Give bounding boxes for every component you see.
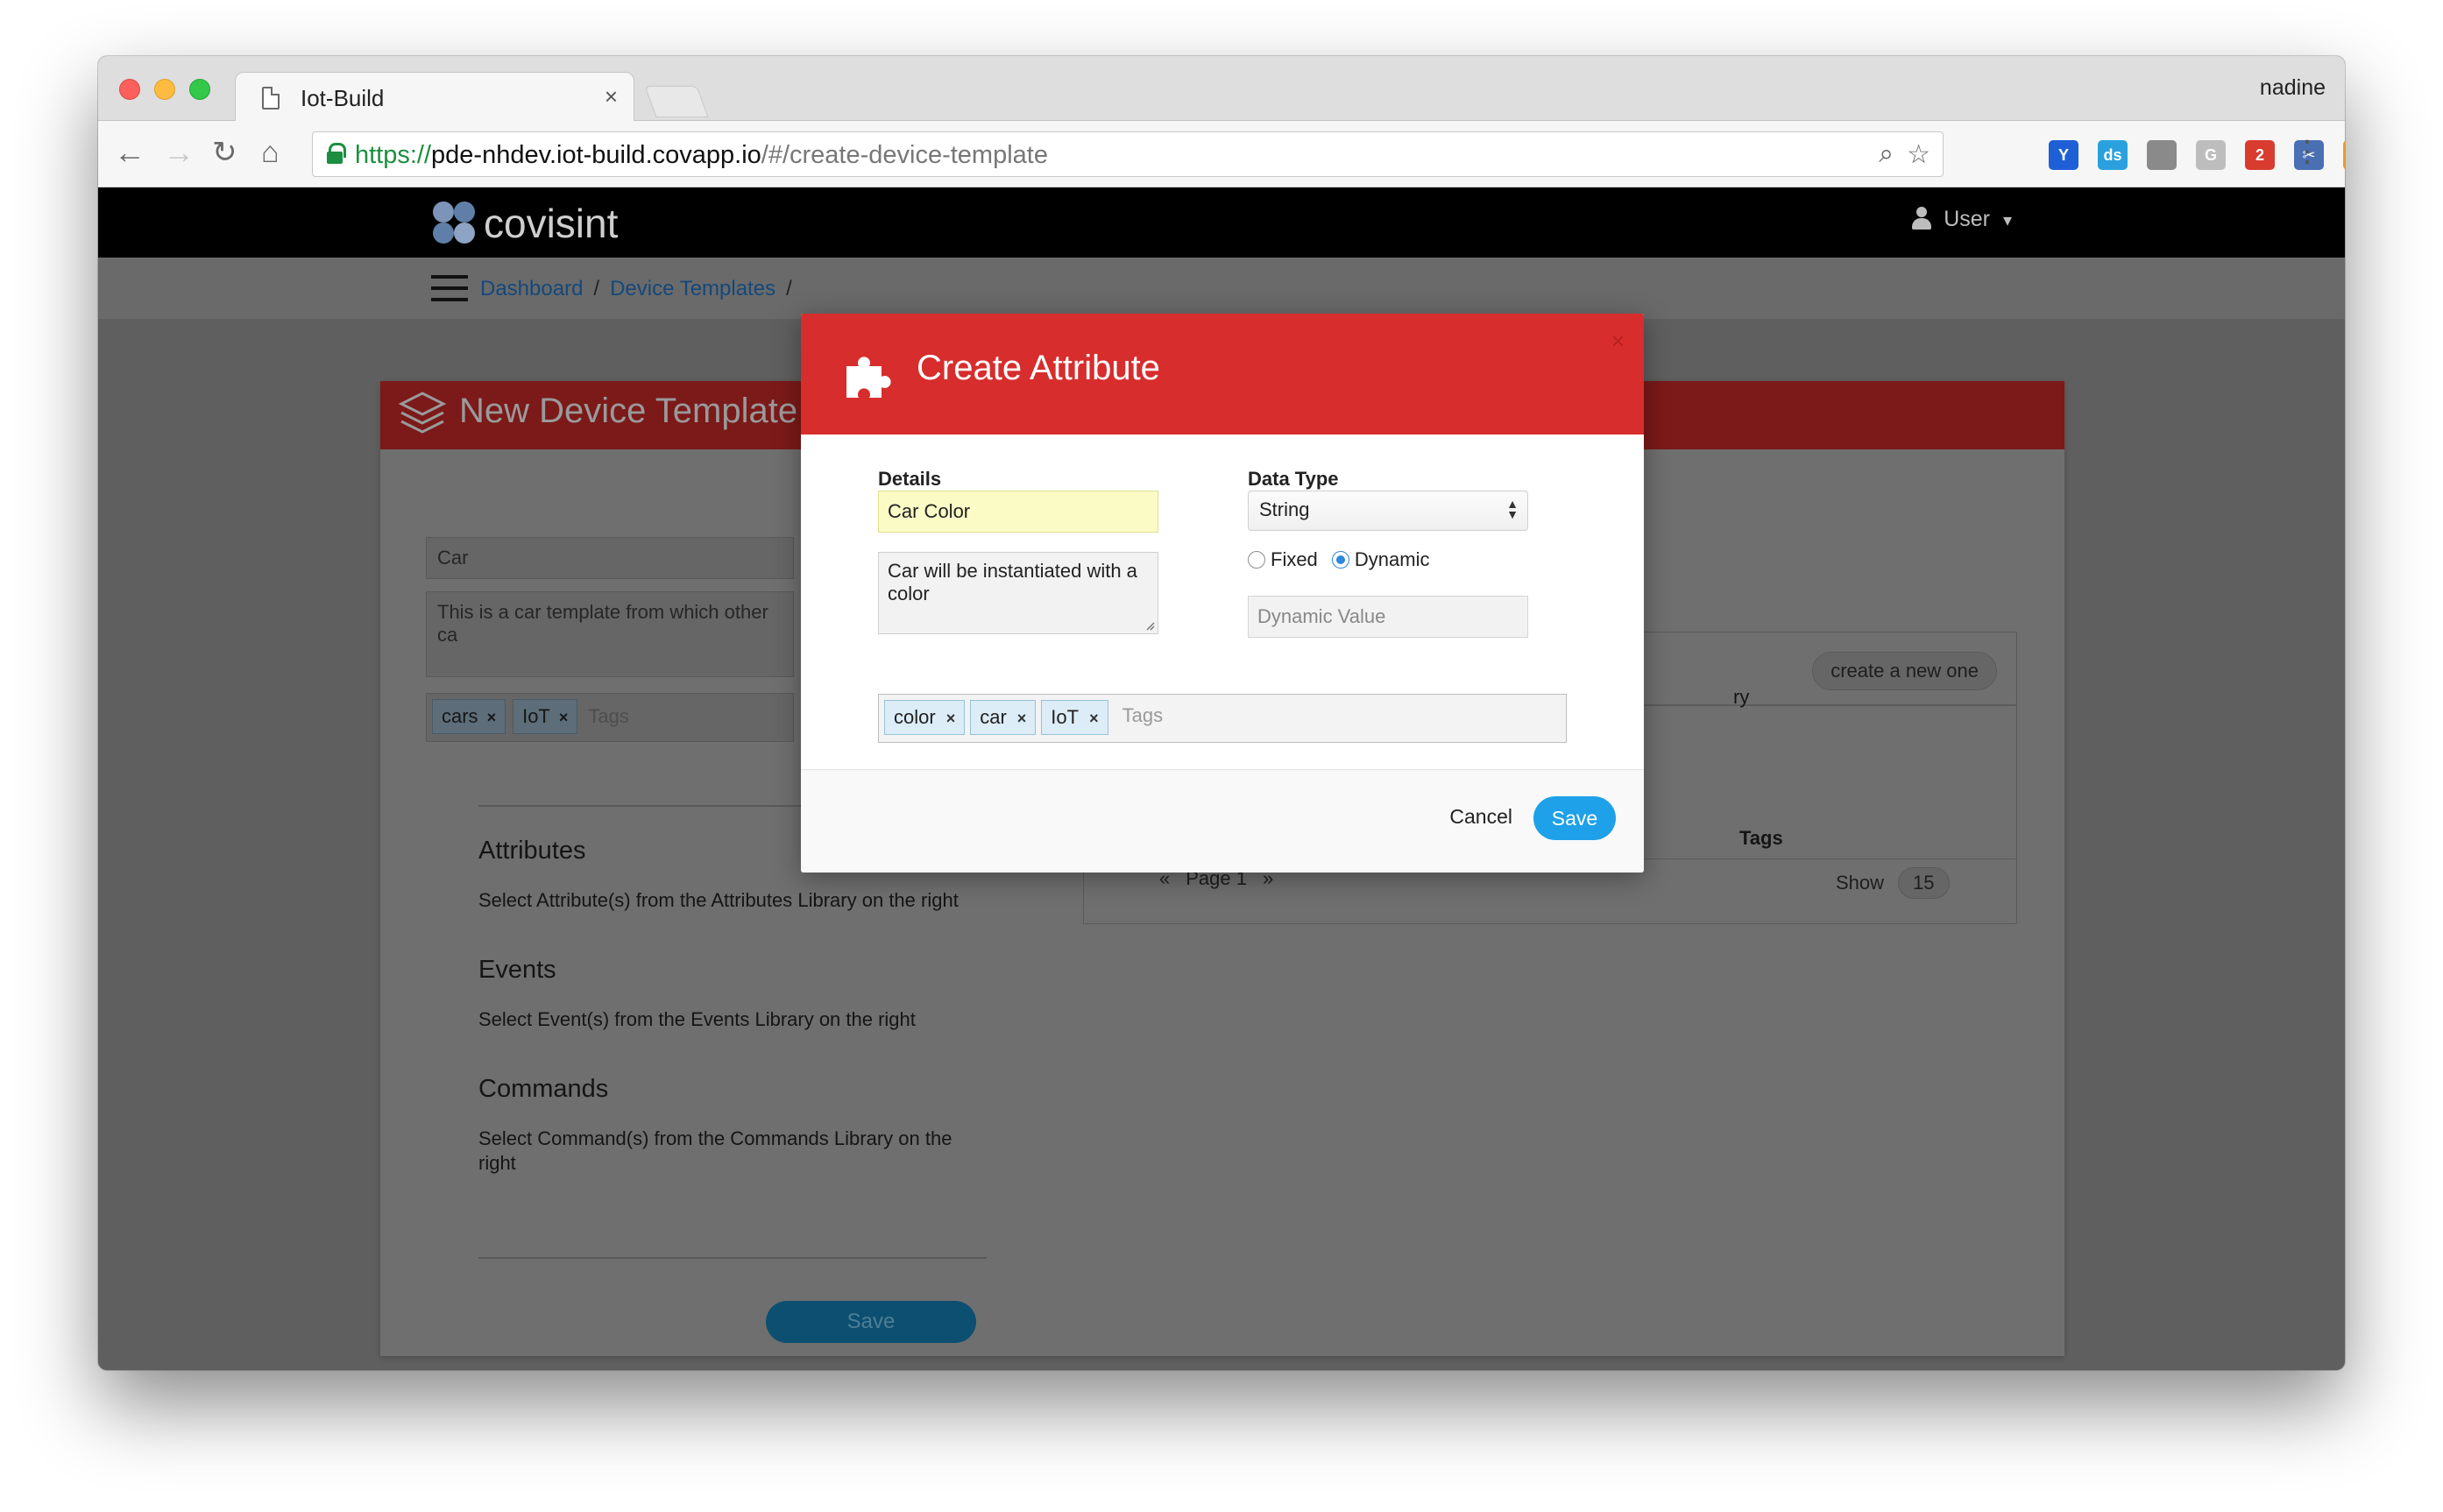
profile-name[interactable]: nadine [2260,75,2326,101]
browser-toolbar: ← → ↻ ⌂ https://pde-nhdev.iot-build.cova… [98,121,2345,187]
back-button[interactable]: ← [114,135,145,170]
events-text: Select Event(s) from the Events Library … [478,1008,916,1030]
modal-title: Create Attribute [917,349,1160,387]
close-icon[interactable]: × [1611,328,1625,355]
events-title: Events [478,956,556,984]
caret-down-icon: ▾ [2002,211,2012,230]
browser-tab[interactable]: Iot-Build × [235,72,634,122]
browser-window: Iot-Build × nadine ← → ↻ ⌂ https://pde-n… [98,56,2345,1370]
cancel-button[interactable]: Cancel [1449,805,1512,829]
breadcrumb: Dashboard / Device Templates / [480,277,792,300]
template-name-input[interactable]: Car [426,537,794,579]
template-tags-input[interactable]: cars × IoT × Tags [426,693,794,742]
select-arrows-icon: ▲ ▼ [1506,497,1519,521]
tag-chip: color × [884,700,966,735]
user-icon [1912,207,1932,230]
tag-remove-icon[interactable]: × [487,709,497,726]
dynamic-value-input[interactable]: Dynamic Value [1248,596,1528,638]
tag-chip: car × [970,700,1037,735]
calendar-ext-icon[interactable]: 2 [2245,140,2275,170]
breadcrumb-device-templates[interactable]: Device Templates [610,277,775,300]
attributes-text: Select Attribute(s) from the Attributes … [478,889,959,911]
page-size-select[interactable]: 15 [1898,867,1950,899]
bookmark-star-icon[interactable]: ☆ [1907,139,1930,170]
zoom-icon[interactable]: ⌕ [1879,139,1894,169]
close-window-button[interactable] [119,79,140,100]
grey-ext-icon[interactable] [2147,140,2177,170]
commands-title: Commands [478,1075,609,1103]
browser-menu-icon[interactable]: ⋮ [2292,137,2322,166]
divider [478,1257,987,1259]
tag-chip: IoT × [1041,700,1108,735]
modal-header: Create Attribute × [801,314,1644,435]
attribute-tags-input[interactable]: color × car × IoT × Tags [878,694,1567,743]
tag-remove-icon[interactable]: × [946,710,956,727]
tab-title: Iot-Build [301,85,385,111]
show-label: Show [1836,872,1885,894]
g-ext-icon[interactable]: G [2196,140,2226,170]
minimize-window-button[interactable] [154,79,175,100]
lock-icon [327,143,346,164]
template-description-input[interactable]: This is a car template from which other … [426,591,794,677]
attribute-name-input[interactable]: Car Color [878,491,1158,533]
user-label: User [1944,207,1990,231]
tag-remove-icon[interactable]: × [1089,710,1099,727]
reload-button[interactable]: ↻ [212,135,237,170]
tab-close-button[interactable]: × [605,83,618,110]
details-label: Details [878,468,942,490]
commands-section: Commands Select Command(s) from the Comm… [478,1075,987,1176]
tag-remove-icon[interactable]: × [1017,710,1027,727]
create-new-button[interactable]: create a new one [1812,652,1997,690]
new-tab-button[interactable] [644,86,709,117]
page-size: Show 15 [1836,867,1950,899]
user-menu[interactable]: User ▾ [1912,207,2012,232]
tags-column-header: Tags [1739,827,1783,849]
home-button[interactable]: ⌂ [261,135,280,170]
address-bar[interactable]: https://pde-nhdev.iot-build.covapp.io/#/… [312,131,1944,177]
save-button[interactable]: Save [1533,796,1616,840]
logo-text: covisint [484,201,619,246]
hamburger-menu-icon[interactable] [431,275,468,301]
data-type-label: Data Type [1248,468,1339,490]
modal-footer: Cancel Save [801,769,1644,873]
library-label-fragment: ry [1733,686,1750,708]
radio-dynamic[interactable] [1331,551,1349,569]
layers-icon [398,392,447,434]
logo-mark-icon [431,200,477,245]
breadcrumb-bar: Dashboard / Device Templates / [98,258,2345,319]
vpn-icon[interactable]: Y [2049,140,2078,170]
tab-strip: Iot-Build × nadine [98,56,2345,122]
url-text[interactable]: https://pde-nhdev.iot-build.covapp.io/#/… [355,141,1048,170]
breadcrumb-dashboard[interactable]: Dashboard [480,277,583,300]
page: covisint User ▾ Dashboard / Device Templat… [98,187,2345,1370]
site-header: covisint User ▾ [98,187,2345,258]
value-mode-radios: Fixed Dynamic [1248,548,1439,571]
commands-text: Select Command(s) from the Commands Libr… [478,1127,952,1174]
template-save-button[interactable]: Save [766,1301,976,1343]
create-attribute-modal: Create Attribute × Details Car Color Car… [801,314,1644,873]
puzzle-icon [846,357,891,398]
tag-chip: cars × [432,699,506,734]
forward-button[interactable]: → [163,135,195,170]
tags-placeholder: Tags [588,705,629,727]
tag-remove-icon[interactable]: × [559,709,569,726]
card-title: New Device Template [459,392,798,430]
maximize-window-button[interactable] [189,79,210,100]
attribute-description-textarea[interactable]: Car will be instantiated with a color [878,552,1158,634]
new-ext-icon[interactable]: NEW [2343,140,2345,170]
ds-icon[interactable]: ds [2098,140,2128,170]
events-section: Events Select Event(s) from the Events L… [478,956,916,1032]
document-icon [262,87,280,110]
data-type-select[interactable]: String ▲ ▼ [1248,491,1528,531]
tags-placeholder[interactable]: Tags [1122,704,1163,727]
tag-chip: IoT × [513,699,578,734]
radio-fixed[interactable] [1248,551,1265,569]
resize-grip-icon[interactable] [1144,620,1155,631]
